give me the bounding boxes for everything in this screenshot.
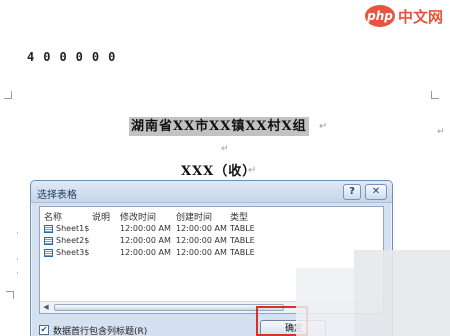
- sheet-icon: [44, 225, 53, 233]
- paragraph-mark-icon: ↵: [319, 121, 328, 132]
- created-time: 12:00:00 AM: [176, 224, 227, 233]
- column-header-modified[interactable]: 修改时间: [120, 210, 156, 223]
- sheet-icon: [44, 237, 53, 245]
- table-row[interactable]: Sheet3$ 12:00:00 AM 12:00:00 AM TABLE: [40, 247, 383, 259]
- sheet-icon: [44, 249, 53, 257]
- crop-mark-top-left: [4, 91, 12, 99]
- dialog-title: 选择表格: [37, 190, 77, 201]
- paragraph-mark-icon: ↵: [248, 165, 257, 176]
- sheet-name: Sheet1$: [56, 224, 90, 233]
- help-button[interactable]: ?: [343, 184, 361, 200]
- created-time: 12:00:00 AM: [176, 236, 227, 245]
- postal-code-line[interactable]: 400000: [27, 50, 124, 64]
- blurred-region: [296, 268, 354, 336]
- table-type: TABLE: [230, 248, 255, 257]
- crop-mark-top-right: [431, 91, 439, 99]
- watermark-logo: php 中文网: [365, 5, 450, 29]
- column-header-description[interactable]: 说明: [92, 210, 110, 223]
- paragraph-mark-icon: ↵: [221, 144, 229, 154]
- recipient-line[interactable]: XXX（收）: [181, 160, 256, 179]
- table-row[interactable]: Sheet2$ 12:00:00 AM 12:00:00 AM TABLE: [40, 235, 383, 247]
- margin-dot: [17, 258, 18, 260]
- modified-time: 12:00:00 AM: [120, 236, 171, 245]
- sheet-name: Sheet2$: [56, 236, 90, 245]
- php-logo-icon: php: [365, 5, 395, 27]
- table-row[interactable]: Sheet1$ 12:00:00 AM 12:00:00 AM TABLE: [40, 223, 383, 235]
- address-heading[interactable]: 湖南省XX市XX镇XX村X组: [129, 117, 309, 136]
- margin-dot: [17, 232, 18, 234]
- table-type: TABLE: [230, 224, 255, 233]
- dialog-titlebar[interactable]: 选择表格 ? ✕: [31, 181, 392, 203]
- column-header-name[interactable]: 名称: [44, 210, 62, 223]
- close-button[interactable]: ✕: [365, 184, 387, 200]
- modified-time: 12:00:00 AM: [120, 224, 171, 233]
- watermark-text: 中文网: [398, 8, 444, 26]
- first-row-header-checkbox[interactable]: ✔: [39, 325, 49, 335]
- scrollbar-thumb[interactable]: [54, 304, 284, 311]
- postal-code: 400000: [27, 50, 125, 64]
- crop-mark-bottom-left: [6, 291, 14, 299]
- paragraph-mark-icon: ↵: [437, 127, 445, 137]
- sheet-name: Sheet3$: [56, 248, 90, 257]
- table-type: TABLE: [230, 236, 255, 245]
- column-header-type[interactable]: 类型: [230, 210, 248, 223]
- first-row-header-label: 数据首行包含列标题(R): [53, 327, 148, 336]
- created-time: 12:00:00 AM: [176, 248, 227, 257]
- modified-time: 12:00:00 AM: [120, 248, 171, 257]
- scroll-left-icon[interactable]: ◀: [40, 302, 52, 313]
- blurred-region: [354, 250, 450, 336]
- margin-dot: [17, 272, 18, 274]
- column-header-created[interactable]: 创建时间: [176, 210, 212, 223]
